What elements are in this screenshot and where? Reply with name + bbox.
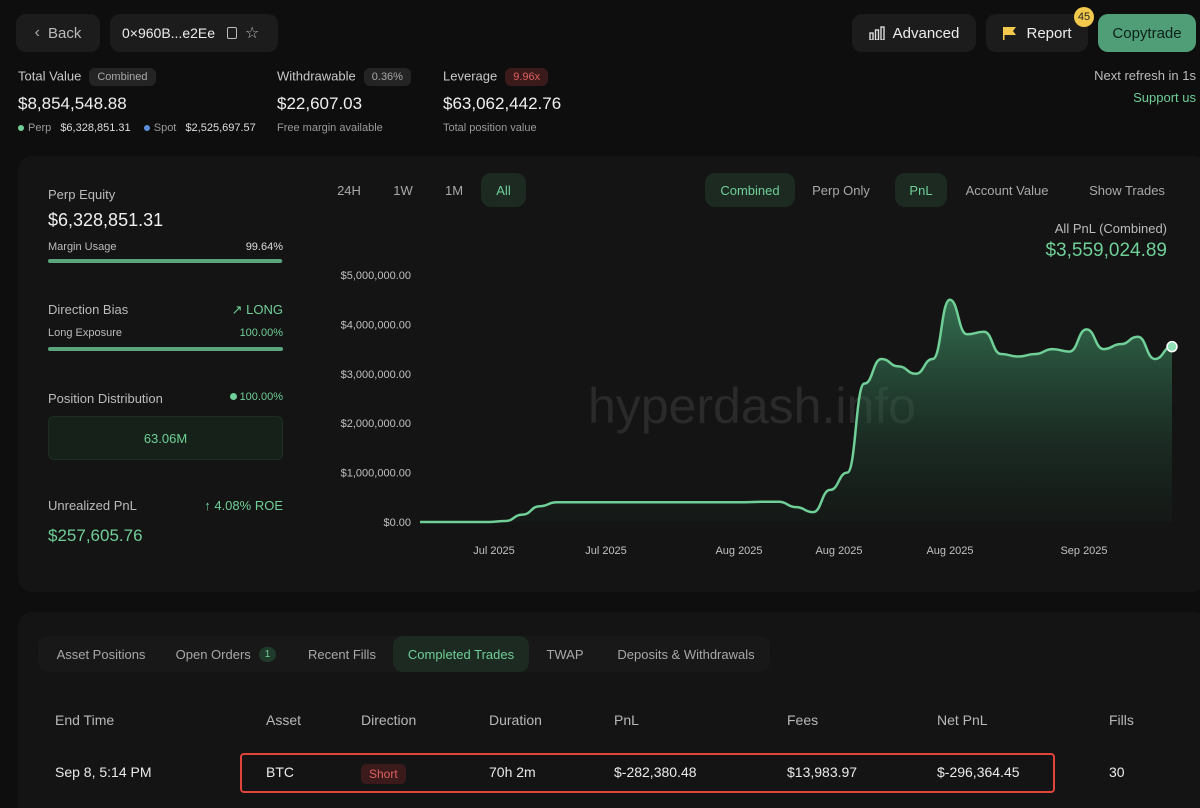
range-1m[interactable]: 1M [433, 173, 475, 207]
cell-duration: 70h 2m [489, 764, 536, 780]
chevron-left-icon: ‹ [34, 24, 40, 41]
pnl-summary-value: $3,559,024.89 [1045, 240, 1167, 261]
advanced-button[interactable]: Advanced [852, 14, 976, 52]
tab-open-orders-label: Open Orders [175, 646, 251, 662]
range-1w[interactable]: 1W [382, 173, 424, 207]
copy-icon[interactable] [227, 27, 238, 39]
margin-usage-label: Margin Usage [48, 241, 117, 253]
cell-pnl: $-282,380.48 [614, 764, 697, 780]
roe-indicator: ↑ 4.08% ROE [180, 498, 283, 513]
wallet-address: 0×960B...e2Ee [122, 25, 216, 41]
support-link[interactable]: Support us [1133, 90, 1196, 105]
combined-tag: Combined [89, 68, 156, 86]
tab-twap[interactable]: TWAP [536, 636, 594, 672]
spot-label: Spot [153, 122, 177, 134]
trending-up-icon: ↗ [231, 302, 243, 317]
tab-completed-trades[interactable]: Completed Trades [393, 636, 529, 672]
leverage-stat: Leverage 9.96x $63,062,442.76 Total posit… [443, 68, 561, 134]
position-distribution-pct: 100.00% [239, 391, 283, 403]
copytrade-button[interactable]: Copytrade [1098, 14, 1196, 52]
report-count-badge: 45 [1074, 7, 1094, 27]
margin-usage-value: 99.64% [245, 241, 283, 253]
withdrawable-sub: Free margin available [277, 122, 383, 134]
withdrawable-value: $22,607.03 [277, 94, 363, 113]
cell-net-pnl: $-296,364.45 [937, 764, 1020, 780]
long-exposure-label: Long Exposure [48, 327, 122, 339]
position-distribution-block[interactable]: 63.06M [48, 416, 283, 460]
leverage-value: $63,062,442.76 [443, 94, 562, 113]
view-combined[interactable]: Combined [705, 173, 795, 207]
address-chip: 0×960B...e2Ee ☆ [110, 14, 278, 52]
withdrawable-label: Withdrawable [277, 68, 356, 84]
perp-equity-value: $6,328,851.31 [48, 210, 164, 230]
pnl-summary-label: All PnL (Combined) [1054, 221, 1167, 236]
tab-open-orders[interactable]: Open Orders 1 [168, 636, 284, 672]
tab-recent-fills[interactable]: Recent Fills [298, 636, 386, 672]
metric-pnl[interactable]: PnL [895, 173, 947, 207]
total-value: $8,854,548.88 [18, 94, 127, 113]
perp-value: $6,328,851.31 [60, 122, 131, 134]
range-all[interactable]: All [481, 173, 526, 207]
green-dot-icon [229, 393, 237, 400]
show-trades-toggle[interactable]: Show Trades [1078, 173, 1176, 207]
position-distribution-value: 63.06M [143, 430, 188, 446]
range-24h[interactable]: 24H [328, 173, 370, 207]
view-perp-only[interactable]: Perp Only [800, 173, 882, 207]
leverage-label: Leverage [443, 68, 498, 84]
cell-asset: BTC [266, 764, 294, 780]
perp-dot-icon [18, 125, 24, 131]
arrow-up-icon: ↑ [204, 498, 211, 513]
open-orders-count-badge: 1 [258, 646, 277, 662]
leverage-tag: 9.96x [505, 68, 549, 86]
withdrawable-tag: 0.36% [363, 68, 411, 86]
header-end-time[interactable]: End Time [55, 712, 114, 728]
position-distribution-pct-wrap: 100.00% [200, 391, 283, 403]
header-direction[interactable]: Direction [361, 712, 416, 728]
tab-asset-positions[interactable]: Asset Positions [45, 636, 157, 672]
margin-usage-fill [48, 259, 283, 263]
copytrade-label: Copytrade [1112, 24, 1182, 42]
direction-bias-label: Direction Bias [48, 302, 129, 317]
flag-icon [1003, 27, 1017, 40]
next-refresh-text: Next refresh in 1s [1094, 68, 1196, 83]
cell-fills: 30 [1109, 764, 1125, 780]
total-value-stat: Total Value Combined $8,854,548.88 Perp $… [18, 68, 256, 134]
bar-chart-icon [868, 26, 885, 40]
position-distribution-label: Position Distribution [48, 391, 163, 406]
spot-dot-icon [143, 125, 150, 131]
back-label: Back [47, 24, 82, 42]
long-exposure-fill [48, 347, 283, 351]
report-button[interactable]: Report [986, 14, 1088, 52]
roe-value: 4.08% ROE [214, 498, 283, 513]
unrealized-pnl-value: $257,605.76 [48, 526, 143, 545]
cell-fees: $13,983.97 [787, 764, 858, 780]
header-pnl[interactable]: PnL [614, 712, 639, 728]
tab-deposits-withdrawals[interactable]: Deposits & Withdrawals [604, 636, 768, 672]
unrealized-pnl-label: Unrealized PnL [48, 498, 137, 513]
header-duration[interactable]: Duration [489, 712, 542, 728]
advanced-label: Advanced [892, 24, 960, 42]
star-icon[interactable]: ☆ [245, 23, 259, 43]
withdrawable-stat: Withdrawable 0.36% $22,607.03 Free margin… [277, 68, 411, 134]
header-asset[interactable]: Asset [266, 712, 301, 728]
direction-bias-indicator: ↗ LONG [200, 302, 283, 318]
back-button[interactable]: ‹ Back [16, 14, 100, 52]
direction-bias-value: LONG [246, 302, 283, 317]
margin-usage-bar [48, 259, 283, 263]
overview-panel [18, 156, 1200, 592]
header-fills[interactable]: Fills [1109, 712, 1134, 728]
header-net-pnl[interactable]: Net PnL [937, 712, 988, 728]
metric-account-value[interactable]: Account Value [956, 173, 1058, 207]
perp-label: Perp [28, 122, 52, 134]
cell-end-time: Sep 8, 5:14 PM [55, 764, 152, 780]
cell-direction: Short [361, 764, 406, 784]
total-value-label: Total Value [18, 68, 82, 84]
spot-value: $2,525,697.57 [185, 122, 256, 134]
header-fees[interactable]: Fees [787, 712, 818, 728]
perp-equity-label: Perp Equity [48, 187, 116, 202]
long-exposure-value: 100.00% [239, 327, 283, 339]
long-exposure-bar [48, 347, 283, 351]
leverage-sub: Total position value [443, 122, 537, 134]
report-label: Report [1026, 24, 1072, 42]
